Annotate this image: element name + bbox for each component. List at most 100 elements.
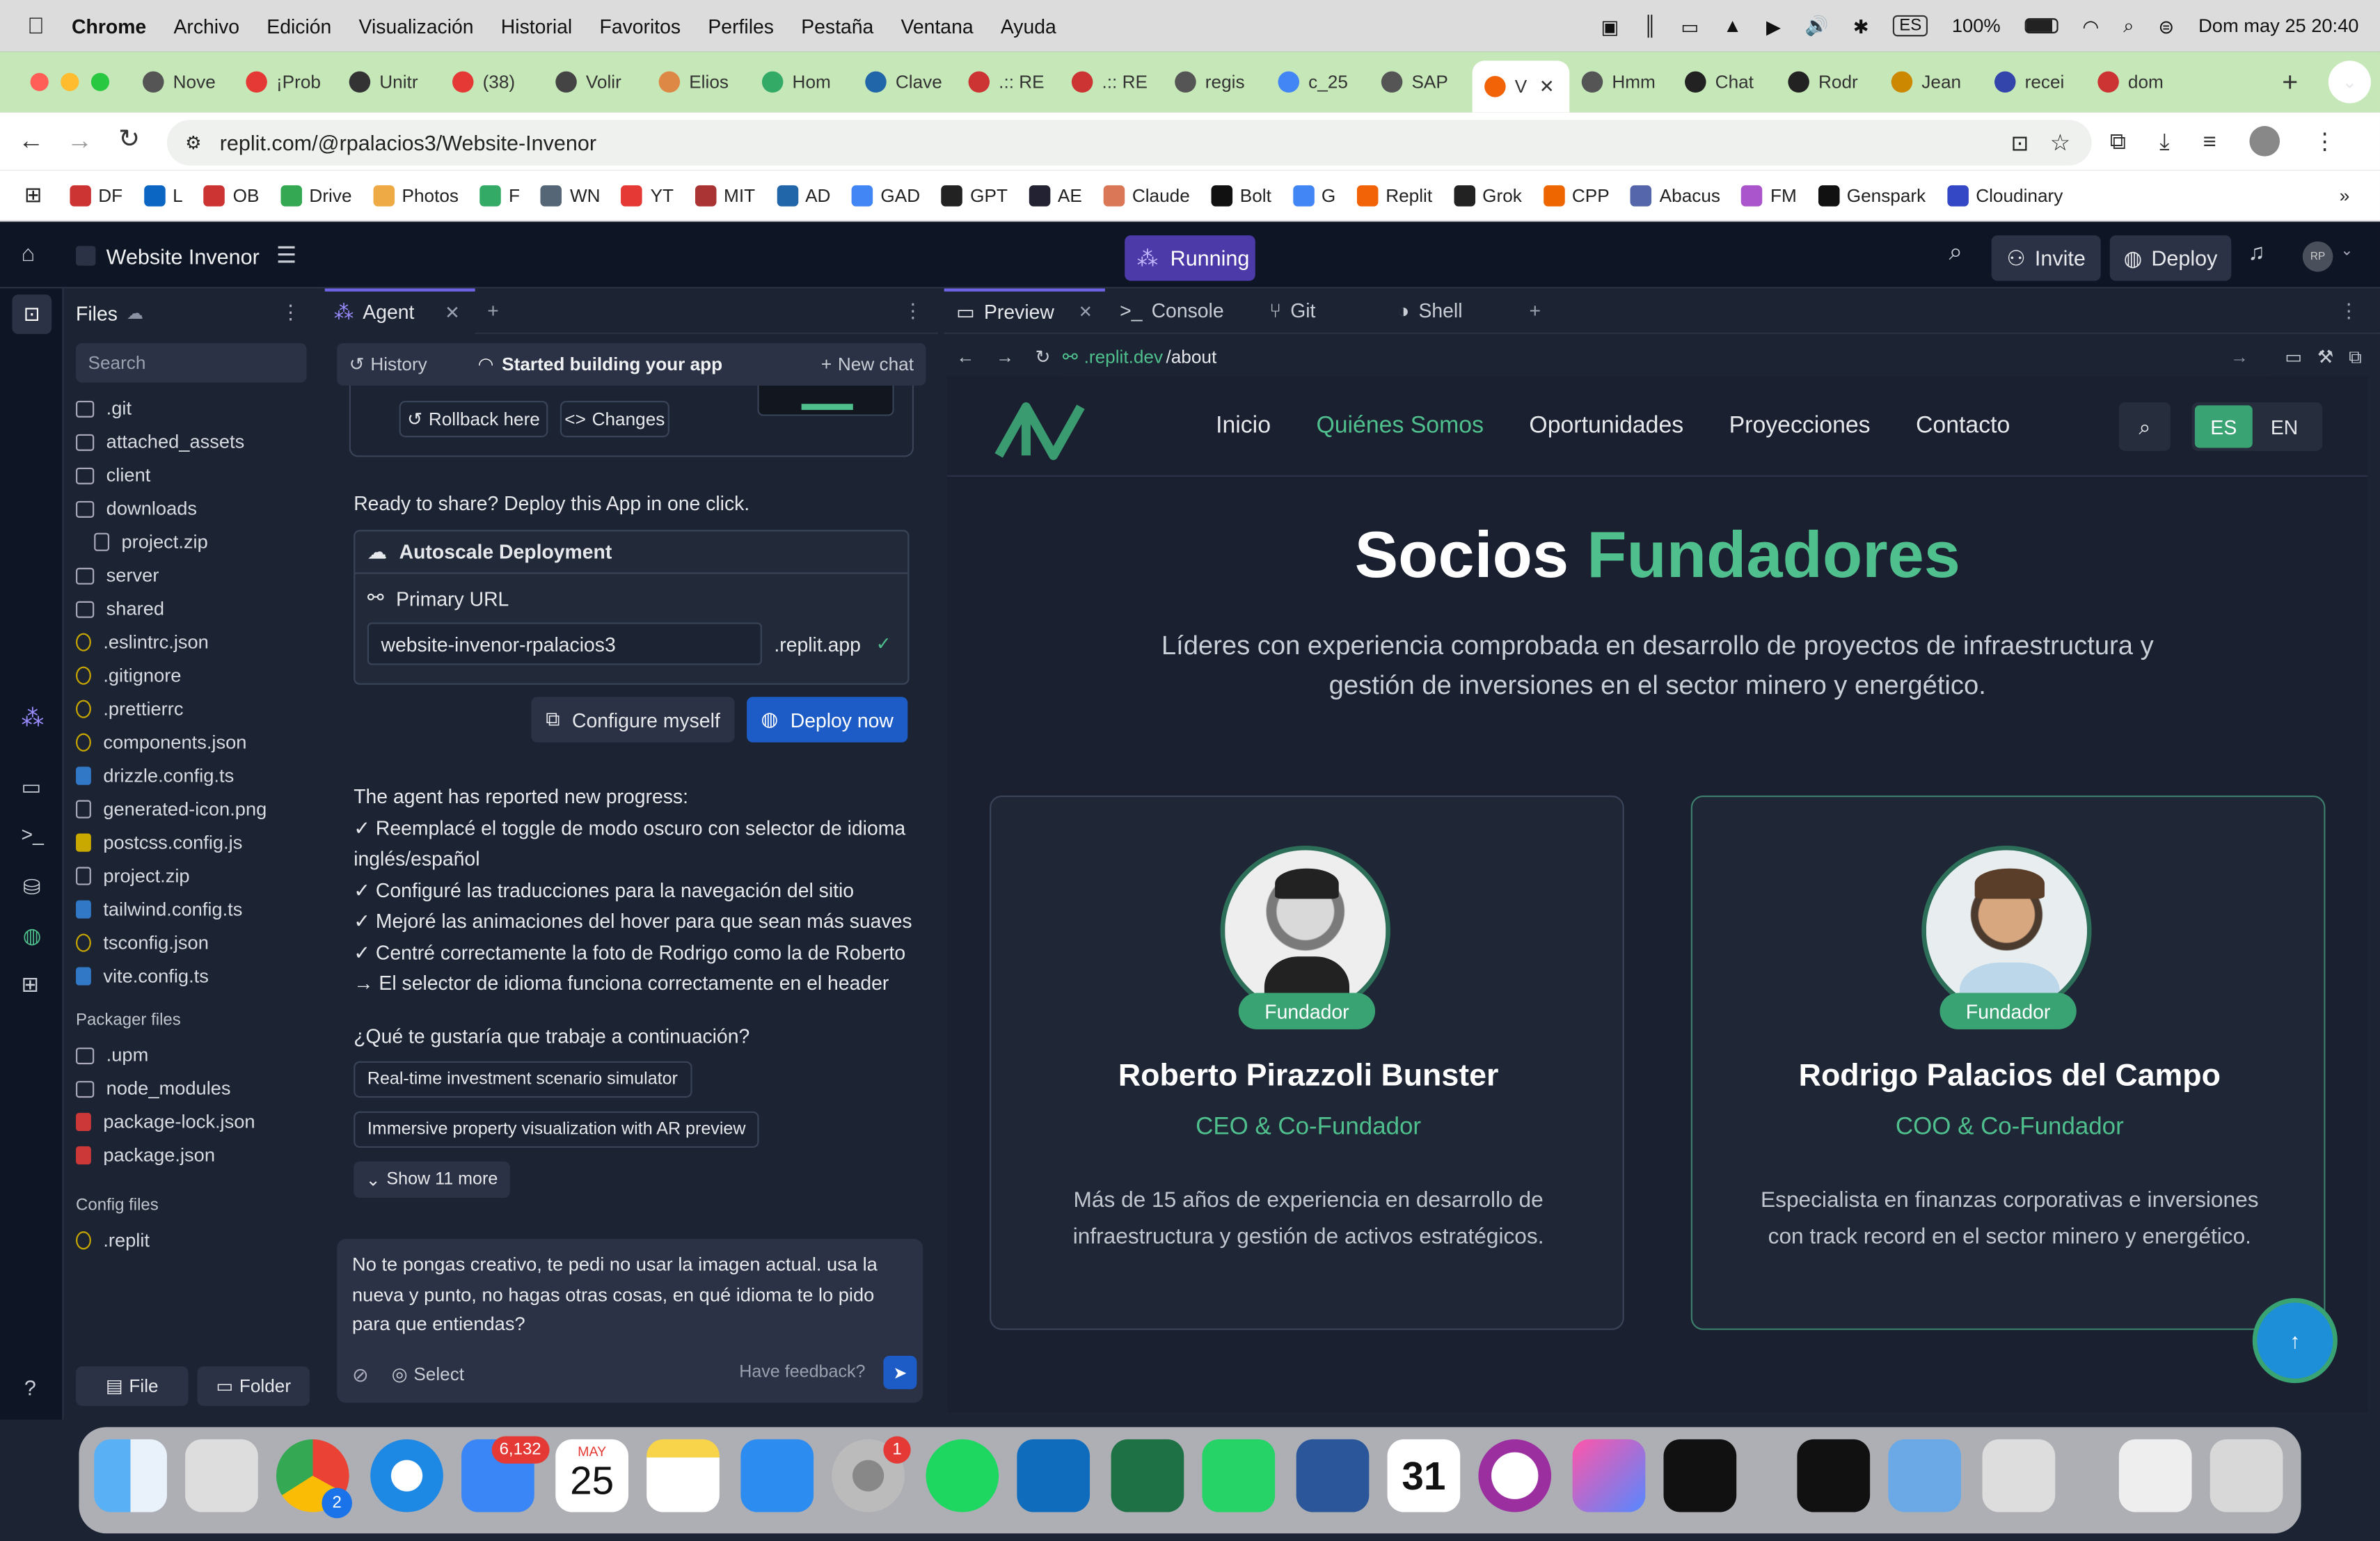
- bookmark-item[interactable]: Replit: [1356, 184, 1432, 206]
- site-settings-icon[interactable]: ⚙: [185, 132, 201, 154]
- deploy-button[interactable]: ◍ Deploy: [2109, 235, 2232, 281]
- agent-tool-icon[interactable]: ⁂: [22, 704, 45, 732]
- word-icon[interactable]: [1296, 1439, 1370, 1512]
- spotlight-search-icon[interactable]: ⌕: [2123, 15, 2134, 38]
- bookmark-item[interactable]: OB: [204, 184, 259, 206]
- browser-tab[interactable]: Elios: [646, 61, 749, 103]
- user-avatar[interactable]: RP: [2302, 241, 2333, 272]
- preview-pane-menu-icon[interactable]: ⋮: [2339, 299, 2358, 323]
- devtools-wrench-icon[interactable]: ⚒: [2317, 346, 2333, 368]
- apple-icon[interactable]: : [27, 13, 45, 39]
- browser-tab[interactable]: dom: [2086, 61, 2189, 103]
- history-button[interactable]: ↺ History: [349, 354, 427, 375]
- more-bookmarks-icon[interactable]: »: [2340, 184, 2350, 206]
- bookmark-item[interactable]: Claude: [1103, 184, 1190, 206]
- browser-tab[interactable]: Hmm: [1569, 61, 1672, 103]
- keynote-icon[interactable]: [740, 1439, 814, 1512]
- file-item[interactable]: project.zip: [64, 525, 319, 559]
- preview-url-bar[interactable]: ⚯ .replit.dev/about →: [1062, 340, 2270, 374]
- new-file-button[interactable]: ▤ File: [76, 1366, 189, 1406]
- file-item[interactable]: project.zip: [64, 860, 319, 893]
- preview-back-icon[interactable]: ←: [956, 346, 974, 368]
- nav-oportunidades[interactable]: Oportunidades: [1529, 413, 1683, 440]
- file-item[interactable]: vite.config.ts: [64, 960, 319, 993]
- browser-tab[interactable]: Jean: [1879, 61, 1982, 103]
- tab-git[interactable]: ⑂ Git: [1239, 299, 1331, 322]
- search-icon[interactable]: ⌕: [1949, 240, 1963, 267]
- folder-item[interactable]: .git: [64, 392, 319, 425]
- open-new-tab-icon[interactable]: ⧉: [2349, 345, 2362, 368]
- browser-tab[interactable]: ¡Prob: [234, 61, 337, 103]
- menu-visualizacion[interactable]: Visualización: [359, 15, 474, 38]
- checkpoint-thumbnail[interactable]: [757, 386, 894, 416]
- bookmark-item[interactable]: AE: [1029, 184, 1082, 206]
- close-tab-icon[interactable]: ✕: [445, 301, 460, 323]
- close-tab-icon[interactable]: ✕: [1539, 76, 1555, 97]
- menu-pestana[interactable]: Pestaña: [801, 15, 873, 38]
- close-tab-icon[interactable]: ✕: [1079, 302, 1093, 322]
- browser-tab[interactable]: Volir: [544, 61, 646, 103]
- excel-icon[interactable]: [1111, 1439, 1184, 1512]
- extensions-icon[interactable]: ⧉: [2110, 128, 2126, 154]
- browser-tab[interactable]: (38): [441, 61, 544, 103]
- files-tool-icon[interactable]: ⊡: [12, 294, 52, 334]
- reload-icon[interactable]: ↻: [118, 125, 140, 155]
- window-icon[interactable]: ▭: [1681, 15, 1699, 38]
- lang-en-button[interactable]: EN: [2253, 405, 2317, 448]
- show-more-button[interactable]: ⌄ Show 11 more: [354, 1161, 510, 1199]
- menu-favoritos[interactable]: Favoritos: [600, 15, 681, 38]
- menu-ventana[interactable]: Ventana: [901, 15, 974, 38]
- tab-agent[interactable]: ⁂ Agent ✕: [324, 287, 475, 333]
- menu-clock[interactable]: Dom may 25 20:40: [2198, 15, 2358, 37]
- tab-console[interactable]: >_ Console: [1104, 299, 1239, 322]
- chrome-menu-icon[interactable]: ⋮: [2313, 127, 2336, 155]
- menu-ayuda[interactable]: Ayuda: [1001, 15, 1056, 38]
- preview-tool-icon[interactable]: ▭: [22, 774, 42, 800]
- feedback-link[interactable]: Have feedback?: [739, 1364, 865, 1382]
- bar-app-icon[interactable]: ▲: [1723, 15, 1742, 37]
- scroll-top-button[interactable]: ↑: [2257, 1302, 2333, 1379]
- play-icon[interactable]: ▶: [1766, 15, 1781, 38]
- tab-preview[interactable]: ▭ Preview ✕: [944, 287, 1105, 333]
- bookmark-item[interactable]: WN: [541, 184, 601, 206]
- tab-shell[interactable]: ◑ Shell: [1331, 299, 1477, 322]
- file-item[interactable]: postcss.config.js: [64, 826, 319, 860]
- safari-icon[interactable]: [370, 1439, 443, 1512]
- minimize-window-button[interactable]: [61, 72, 79, 91]
- folder-item[interactable]: server: [64, 559, 319, 592]
- file-item[interactable]: components.json: [64, 726, 319, 759]
- bookmark-star-icon[interactable]: ☆: [2050, 129, 2070, 157]
- site-search-button[interactable]: ⌕: [2118, 402, 2171, 451]
- nav-quienes-somos[interactable]: Quiénes Somos: [1316, 413, 1484, 440]
- wifi-icon[interactable]: ◠: [2082, 15, 2099, 38]
- all-tools-grid-icon[interactable]: ⊞: [22, 972, 40, 997]
- shell-tool-icon[interactable]: >_: [22, 823, 44, 846]
- file-item[interactable]: .prettierrc: [64, 693, 319, 726]
- outlook-icon[interactable]: [1017, 1439, 1090, 1512]
- address-bar[interactable]: ⚙ replit.com/@rpalacios3/Website-Invenor…: [166, 120, 2092, 166]
- preview-reload-icon[interactable]: ↻: [1036, 346, 1051, 368]
- founder-card[interactable]: Fundador Roberto Pirazzoli Bunster CEO &…: [990, 795, 1624, 1330]
- new-folder-button[interactable]: ▭ Folder: [197, 1366, 310, 1406]
- device-view-icon[interactable]: ▭: [2285, 346, 2302, 368]
- bookmark-item[interactable]: Drive: [280, 184, 352, 206]
- rollback-button[interactable]: ↺ Rollback here: [399, 400, 548, 438]
- founder-photo[interactable]: [1921, 845, 2092, 1016]
- bookmark-item[interactable]: Cloudinary: [1946, 184, 2063, 206]
- select-element-button[interactable]: ◎ Select: [392, 1364, 464, 1385]
- tab-search-chevron-icon[interactable]: ⌄: [2328, 61, 2371, 104]
- menu-historial[interactable]: Historial: [501, 15, 572, 38]
- screen-mirror-icon[interactable]: ▣: [1601, 15, 1619, 38]
- new-chat-button[interactable]: + New chat: [821, 354, 914, 375]
- folder-item[interactable]: .upm: [64, 1038, 319, 1072]
- configure-myself-button[interactable]: ⧉ Configure myself: [531, 697, 735, 743]
- bookmark-item[interactable]: YT: [621, 184, 674, 206]
- bookmark-item[interactable]: GAD: [851, 184, 920, 206]
- bookmark-item[interactable]: Bolt: [1211, 184, 1271, 206]
- zip-file-icon[interactable]: [2118, 1439, 2192, 1512]
- bookmark-item[interactable]: G: [1292, 184, 1335, 206]
- site-logo[interactable]: [992, 395, 1086, 461]
- browser-tab[interactable]: .:: RE: [956, 61, 1059, 103]
- changes-button[interactable]: <> Changes: [560, 400, 669, 438]
- folder-item[interactable]: shared: [64, 592, 319, 626]
